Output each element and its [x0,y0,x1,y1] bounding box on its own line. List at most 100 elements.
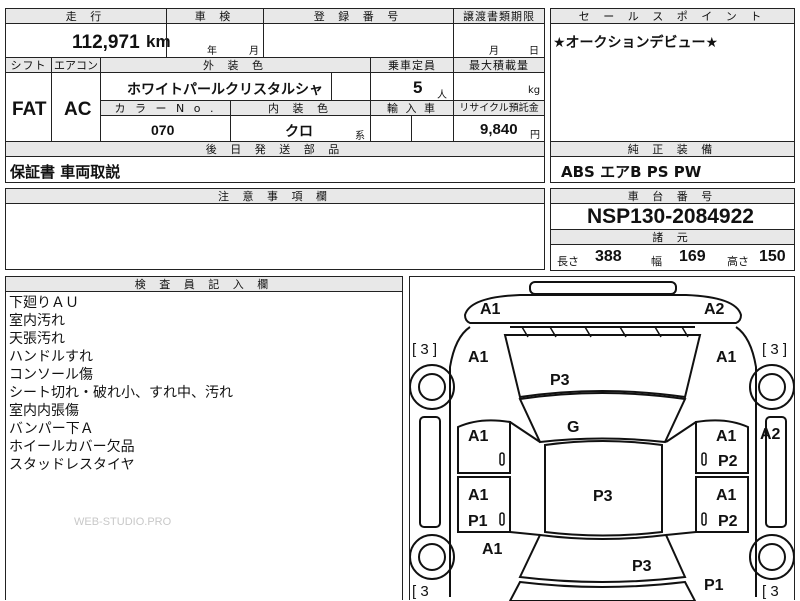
import-header: 輸 入 車 [370,100,454,116]
mark-left-rear-door-p: P1 [468,513,488,530]
color-no-value: 070 [151,122,175,138]
specs-cell: 長さ 388 幅 169 高さ 150 [550,244,795,271]
interior-color-value: クロ [285,124,313,140]
specs-header: 諸 元 [550,229,795,245]
inspector-notes-cell: 下廻りＡＵ 室内汚れ 天張汚れ ハンドルすれ コンソール傷 シート切れ・破れ小、… [5,291,403,600]
mark-front-left: A1 [480,301,501,318]
aircon-value: AC [64,99,92,120]
standard-equipment-value: ABS エアB PS PW [561,163,702,181]
remark-item: 天張汚れ [9,331,65,347]
mark-hood: P3 [550,372,570,389]
mark-right-rear-door: A1 [716,487,737,504]
recycle-header: リサイクル預託金 [453,100,545,116]
mark-bottom-bracket-left: [ 3 [412,583,429,600]
mark-trunk: P3 [632,558,652,575]
notes-cell [5,203,545,270]
mark-left-fender: A1 [468,349,489,366]
mark-right-fender: A1 [716,349,737,366]
color-no-cell: 070 [100,115,231,142]
spec-height-label: 高さ [727,255,749,268]
exterior-color-header: 外 装 色 [100,57,371,73]
transfer-deadline-header: 譲渡書類期限 [453,8,545,24]
mark-bracket-left: [ 3 ] [412,341,438,358]
transfer-deadline-cell: 月 日 [453,23,545,58]
later-parts-value: 保証書 車両取説 [10,163,121,181]
mark-right-edge: A2 [760,426,781,443]
mark-left-front-door: A1 [468,428,489,445]
mark-left-quarter: A1 [482,541,503,558]
mark-left-rear-door: A1 [468,487,489,504]
mark-rear-right: P1 [704,577,724,594]
recycle-unit: 円 [530,130,540,141]
mark-roof: P3 [593,488,613,505]
aircon-cell: AC [51,72,101,142]
remark-item: 室内汚れ [9,313,65,329]
shift-header: シフト [5,57,52,73]
mark-right-front-door: A1 [716,428,737,445]
standard-equipment-cell: ABS エアB PS PW [550,156,795,183]
exterior-color-extra-cell [331,72,371,101]
shift-cell: FAT [5,72,52,142]
standard-equipment-header: 純 正 装 備 [550,141,795,157]
spec-width-value: 169 [679,248,706,265]
transfer-day-label: 日 [529,46,539,57]
interior-color-cell: クロ 系 [230,115,371,142]
registration-header: 登 録 番 号 [263,8,454,24]
remark-item: スタッドレスタイヤ [9,457,135,473]
mark-bracket-right: [ 3 ] [762,341,788,358]
import-cell-b [411,115,454,142]
sales-point-cell: ★オークションデビュー★ [550,23,795,143]
inspection-year-label: 年 [207,46,217,57]
capacity-unit: 人 [437,90,447,101]
mark-bottom-bracket-right: [ 3 [762,583,779,600]
capacity-value: 5 [413,78,423,97]
aircon-header: エアコン [51,57,101,73]
chassis-number-value: NSP130-2084922 [587,205,754,228]
chassis-number-cell: NSP130-2084922 [550,203,795,230]
mark-right-rear-door-p: P2 [718,513,738,530]
transfer-month-label: 月 [489,46,499,57]
max-load-cell: kg [453,72,545,101]
watermark: WEB-STUDIO.PRO [74,516,172,528]
inspector-notes-header: 検 査 員 記 入 欄 [5,276,403,292]
spec-width-label: 幅 [651,255,662,268]
sales-point-value: ★オークションデビュー★ [553,35,719,51]
color-no-header: カ ラ ー N o . [100,100,231,116]
damage-diagram: A1 A2 [ 3 ] [ 3 ] A1 A1 P3 G A1 A1 P2 A2… [409,276,795,601]
interior-color-header: 内 装 色 [230,100,371,116]
mark-front-right: A2 [704,301,725,318]
mileage-value: 112,971 [72,32,140,53]
recycle-value: 9,840 [480,121,518,138]
inspection-cell: 年 月 [166,23,264,58]
mark-right-front-door-p: P2 [718,453,738,470]
remark-item: 下廻りＡＵ [9,295,79,311]
exterior-color-cell: ホワイトパールクリスタルシャイ [100,72,332,118]
remark-item: シート切れ・破れ小、すれ中、汚れ [9,385,233,401]
registration-cell [263,23,454,58]
inspector-remarks-list: 下廻りＡＵ 室内汚れ 天張汚れ ハンドルすれ コンソール傷 シート切れ・破れ小、… [9,294,233,474]
later-parts-header: 後 日 発 送 部 品 [5,141,545,157]
inspection-month-label: 月 [249,46,259,57]
recycle-cell: 9,840 円 [453,115,545,142]
max-load-header: 最大積載量 [453,57,545,73]
spec-height-value: 150 [759,248,786,265]
mileage-header: 走 行 [5,8,167,24]
spec-length-value: 388 [595,248,622,265]
inspection-header: 車 検 [166,8,264,24]
max-load-unit: kg [528,85,541,96]
remark-item: ホイールカバー欠品 [9,439,135,455]
remark-item: バンパー下Ａ [9,421,94,437]
interior-color-suffix: 系 [355,131,365,142]
shift-value: FAT [12,99,47,120]
remark-item: 室内内張傷 [9,403,79,419]
spec-length-label: 長さ [557,255,579,268]
notes-header: 注 意 事 項 欄 [5,188,545,204]
later-parts-cell: 保証書 車両取説 [5,156,545,183]
capacity-cell: 5 人 [370,72,454,101]
import-cell-a [370,115,412,142]
remark-item: コンソール傷 [9,367,93,383]
chassis-number-header: 車 台 番 号 [550,188,795,204]
mileage-cell: 112,971 km [5,23,171,58]
mark-windshield: G [567,419,580,436]
capacity-header: 乗車定員 [370,57,454,73]
